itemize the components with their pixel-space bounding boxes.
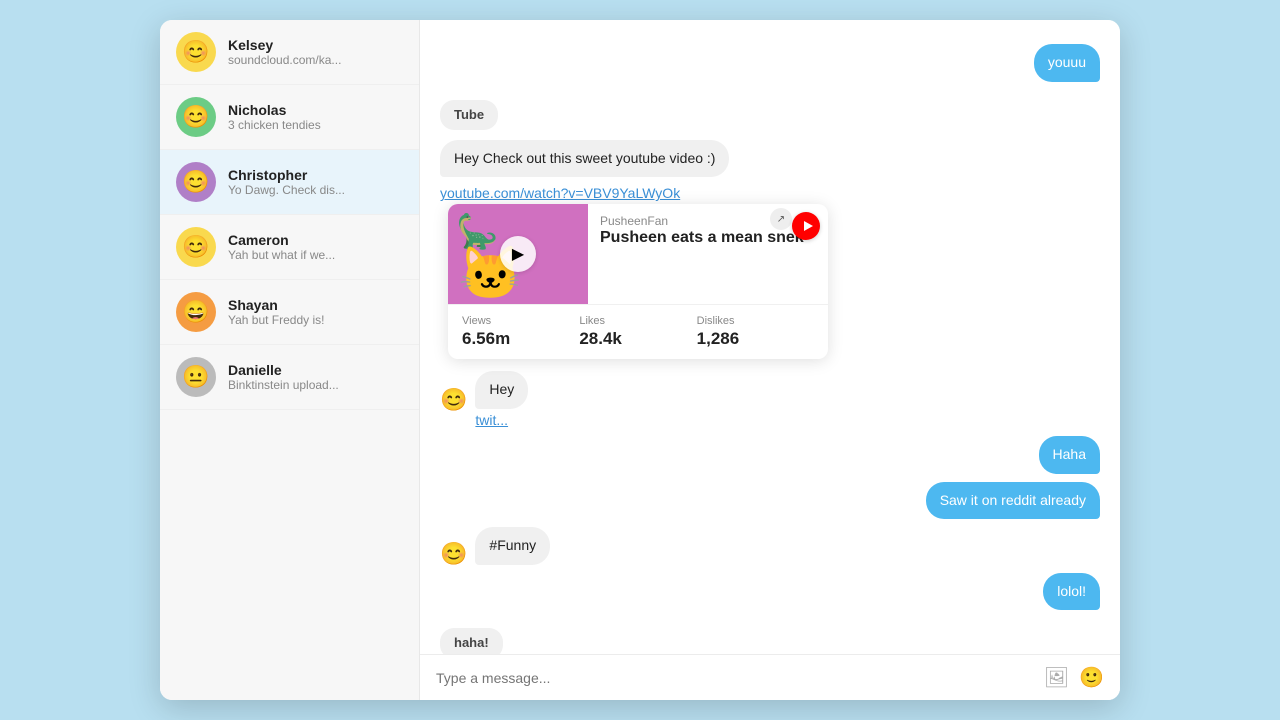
input-bar: 🖼 🙂 (420, 654, 1120, 700)
sidebar-item-christopher[interactable]: 😊 Christopher Yo Dawg. Check dis... (160, 150, 419, 215)
msg-row-saw-reddit: Saw it on reddit already (440, 482, 1100, 520)
msg-row-3: Hey Check out this sweet youtube video :… (440, 140, 1100, 178)
msg-row-funny: 😊 #Funny (440, 527, 1100, 565)
avatar-christopher: 😊 (176, 162, 216, 202)
sidebar-name-kelsey: Kelsey (228, 37, 403, 53)
sidebar-name-shayan: Shayan (228, 297, 403, 313)
msg-row-1: youuu (440, 44, 1100, 82)
dislikes-value: 1,286 (697, 329, 814, 349)
msg-row-haha-label: haha! (440, 628, 1100, 654)
video-info: PusheenFan Pusheen eats a mean snek ↗ (588, 204, 828, 304)
sidebar-preview-christopher: Yo Dawg. Check dis... (228, 183, 403, 197)
views-label: Views (462, 315, 579, 327)
bubble-saw-reddit: Saw it on reddit already (926, 482, 1100, 520)
msg-row-lolol: lolol! (440, 573, 1100, 611)
sidebar-preview-nicholas: 3 chicken tendies (228, 118, 403, 132)
sidebar-preview-shayan: Yah but Freddy is! (228, 313, 403, 327)
stat-views: Views 6.56m (462, 315, 579, 349)
sidebar-name-christopher: Christopher (228, 167, 403, 183)
sidebar-preview-cameron: Yah but what if we... (228, 248, 403, 262)
likes-label: Likes (579, 315, 696, 327)
avatar-shayan: 😄 (176, 292, 216, 332)
dislikes-label: Dislikes (697, 315, 814, 327)
video-thumbnail: 🦕 🐱 ▶ (448, 204, 588, 304)
bubble-hey-partial: Hey (475, 371, 528, 409)
msg-row-haha: Haha (440, 436, 1100, 474)
video-stats: Views 6.56m Likes 28.4k Dislikes 1,286 (448, 304, 828, 359)
sidebar-item-danielle[interactable]: 😐 Danielle Binktinstein upload... (160, 345, 419, 410)
views-value: 6.56m (462, 329, 579, 349)
msg-row-4: youtube.com/watch?v=VBV9YaLWyOk 🦕 🐱 ▶ (440, 185, 1100, 359)
youtube-link[interactable]: youtube.com/watch?v=VBV9YaLWyOk (440, 185, 828, 201)
avatar-kelsey: 😊 (176, 32, 216, 72)
emoji-funny: 😊 (440, 543, 467, 565)
sidebar-item-nicholas[interactable]: 😊 Nicholas 3 chicken tendies (160, 85, 419, 150)
bubble-funny: #Funny (475, 527, 550, 565)
twit-link[interactable]: twit... (475, 412, 528, 428)
bubble-haha: Haha (1039, 436, 1100, 474)
image-attach-icon[interactable]: 🖼 (1044, 665, 1069, 690)
messages-list: youuu Tube Hey Check out this sweet yout… (420, 20, 1120, 654)
avatar-nicholas: 😊 (176, 97, 216, 137)
sidebar-item-kelsey[interactable]: 😊 Kelsey soundcloud.com/ka... (160, 20, 419, 85)
bubble-label-haha: haha! (440, 628, 503, 654)
sidebar-name-danielle: Danielle (228, 362, 403, 378)
bubble-label-tube: Tube (440, 100, 498, 130)
video-title: Pusheen eats a mean snek (600, 228, 816, 248)
video-preview-card: 🦕 🐱 ▶ PusheenFan Pusheen eats a mean sne… (448, 204, 828, 359)
avatar-cameron: 😊 (176, 227, 216, 267)
chat-area: youuu Tube Hey Check out this sweet yout… (420, 20, 1120, 700)
play-button[interactable]: ▶ (500, 236, 536, 272)
message-input[interactable] (436, 670, 1034, 686)
sidebar-preview-kelsey: soundcloud.com/ka... (228, 53, 403, 67)
msg-row-hey-partial: 😊 Hey twit... (440, 371, 1100, 428)
sidebar-name-cameron: Cameron (228, 232, 403, 248)
app-window: 😊 Kelsey soundcloud.com/ka... 😊 Nicholas… (160, 20, 1120, 700)
stat-dislikes: Dislikes 1,286 (697, 315, 814, 349)
bubble-sent-youuu: youuu (1034, 44, 1100, 82)
emoji-hey: 😊 (440, 389, 467, 411)
bubble-lolol: lolol! (1043, 573, 1100, 611)
stat-likes: Likes 28.4k (579, 315, 696, 349)
sidebar-item-shayan[interactable]: 😄 Shayan Yah but Freddy is! (160, 280, 419, 345)
emoji-picker-icon[interactable]: 🙂 (1079, 665, 1104, 690)
sidebar-preview-danielle: Binktinstein upload... (228, 378, 403, 392)
sidebar-item-cameron[interactable]: 😊 Cameron Yah but what if we... (160, 215, 419, 280)
bubble-received-hey: Hey Check out this sweet youtube video :… (440, 140, 729, 178)
sidebar-name-nicholas: Nicholas (228, 102, 403, 118)
msg-row-2: Tube (440, 100, 1100, 132)
sidebar: 😊 Kelsey soundcloud.com/ka... 😊 Nicholas… (160, 20, 420, 700)
likes-value: 28.4k (579, 329, 696, 349)
avatar-danielle: 😐 (176, 357, 216, 397)
